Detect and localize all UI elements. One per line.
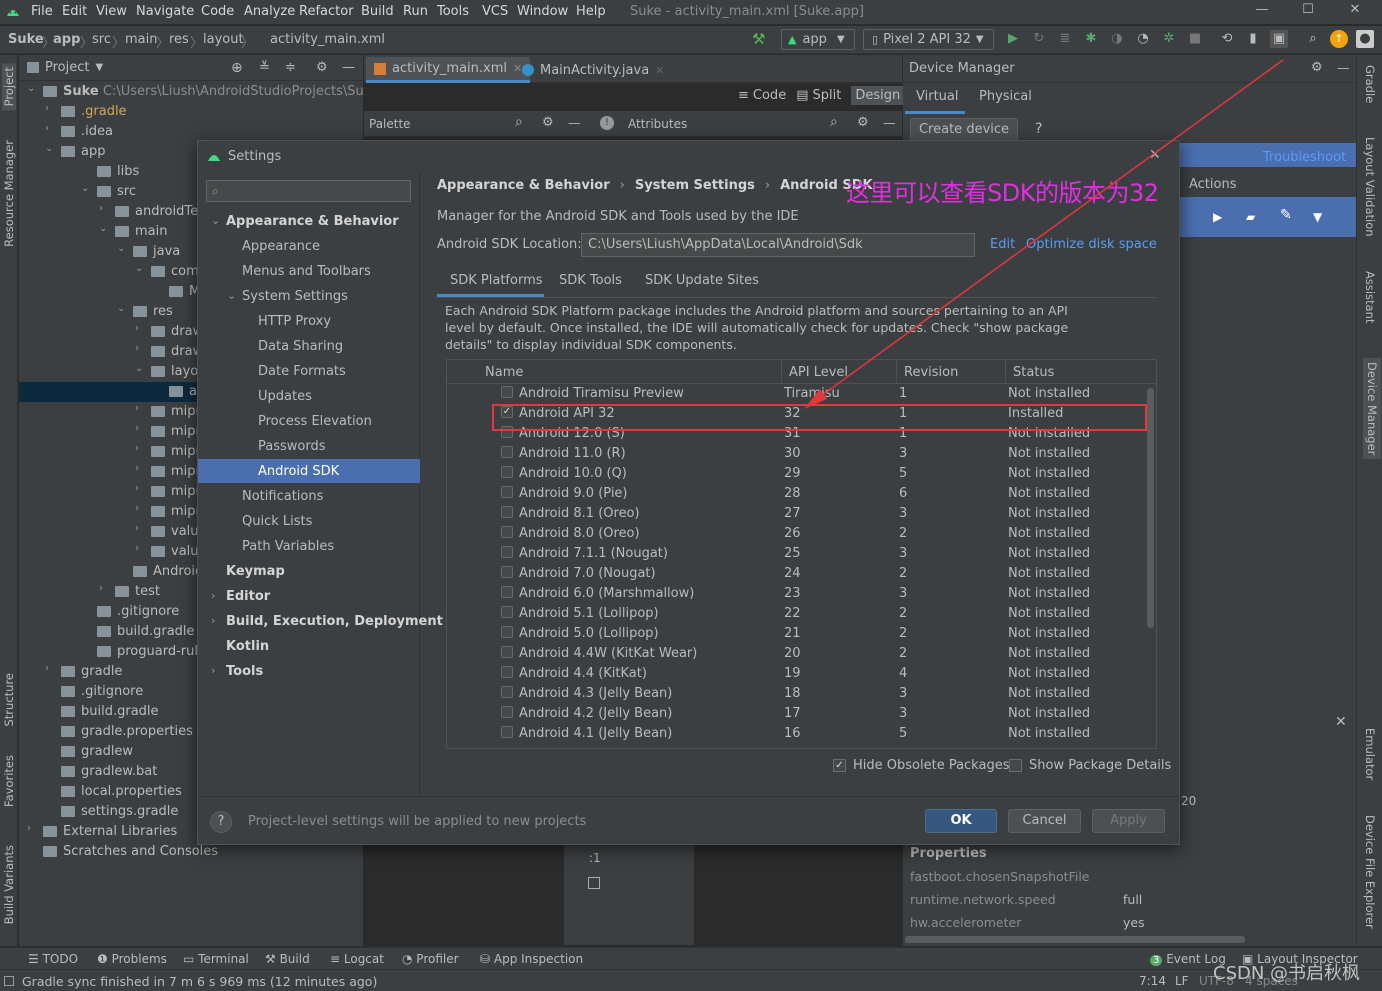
app-inspection-tool-tab[interactable]: ⛁ App Inspection xyxy=(480,952,583,966)
status-toggle-icon[interactable] xyxy=(4,976,14,986)
profiler-tool-tab[interactable]: ◔ Profiler xyxy=(402,952,459,966)
bottom-tool-bar: ☰ TODO ❶ Problems ▭ Terminal ⚒ Build ≡ L… xyxy=(0,947,1382,969)
caret-position[interactable]: 7:14 xyxy=(1139,974,1166,988)
terminal-tool-tab[interactable]: ▭ Terminal xyxy=(183,952,249,966)
build-tool-tab[interactable]: ⚒ Build xyxy=(265,952,310,966)
todo-tool-tab[interactable]: ☰ TODO xyxy=(28,952,78,966)
event-count-badge: 3 xyxy=(1150,955,1163,966)
logcat-tool-tab[interactable]: ≡ Logcat xyxy=(330,952,384,966)
status-bar: Gradle sync finished in 7 m 6 s 969 ms (… xyxy=(0,969,1382,991)
watermark: CSDN @书启秋枫 xyxy=(1213,963,1361,984)
problems-tool-tab[interactable]: ❶ Problems xyxy=(97,952,167,966)
line-separator[interactable]: LF xyxy=(1175,974,1189,988)
status-message: Gradle sync finished in 7 m 6 s 969 ms (… xyxy=(22,974,378,989)
annotation-arrow xyxy=(804,59,1284,409)
